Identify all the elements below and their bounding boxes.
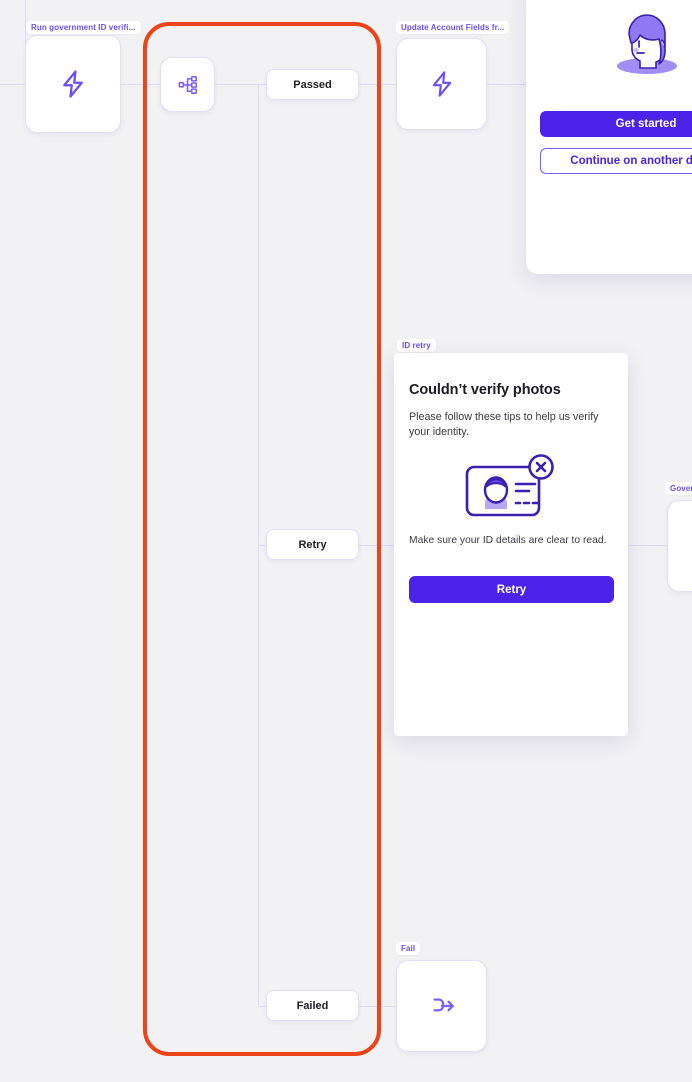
branch-label: Retry bbox=[298, 538, 327, 551]
lightning-bolt-icon bbox=[428, 69, 456, 99]
node-update-account[interactable] bbox=[396, 38, 487, 130]
person-avatar-illustration bbox=[610, 10, 684, 81]
branch-pill-retry[interactable]: Retry bbox=[266, 529, 359, 560]
node-label-government: Governm bbox=[665, 482, 692, 495]
id-retry-preview-card[interactable]: Couldn’t verify photos Please follow the… bbox=[394, 353, 628, 736]
workflow-canvas[interactable]: Run government ID verifi... Passed Retry… bbox=[0, 0, 692, 1082]
node-label-fail: Fail bbox=[396, 942, 421, 955]
branch-pill-passed[interactable]: Passed bbox=[266, 69, 359, 100]
continue-on-another-device-button[interactable]: Continue on another device bbox=[540, 148, 692, 174]
lightning-bolt-icon bbox=[58, 68, 88, 100]
get-started-preview-card[interactable]: Get started Continue on another device bbox=[526, 0, 692, 274]
retry-button[interactable]: Retry bbox=[409, 576, 614, 603]
connector-line bbox=[357, 1006, 397, 1007]
branch-label: Passed bbox=[293, 78, 332, 91]
id-card-error-icon bbox=[461, 453, 561, 528]
connector-line bbox=[487, 84, 527, 85]
connector-line bbox=[120, 84, 165, 85]
connector-line bbox=[376, 84, 377, 86]
node-label-update-account: Update Account Fields fr... bbox=[396, 21, 510, 34]
branch-pill-failed[interactable]: Failed bbox=[266, 990, 359, 1021]
node-fail[interactable] bbox=[396, 960, 487, 1052]
connector-line bbox=[0, 84, 26, 85]
node-run-gov-id[interactable] bbox=[25, 35, 121, 133]
retry-modal-caption: Make sure your ID details are clear to r… bbox=[409, 535, 607, 546]
connector-line bbox=[628, 545, 668, 546]
node-label-run-gov-id: Run government ID verifi... bbox=[26, 21, 141, 34]
get-started-button[interactable]: Get started bbox=[540, 111, 692, 137]
merge-arrow-icon bbox=[428, 993, 456, 1019]
node-branch[interactable] bbox=[160, 57, 215, 112]
connector-line bbox=[357, 545, 397, 546]
retry-modal-body: Please follow these tips to help us veri… bbox=[409, 411, 599, 438]
node-label-id-retry: ID retry bbox=[397, 339, 436, 352]
branch-hierarchy-icon bbox=[177, 74, 199, 96]
branch-label: Failed bbox=[296, 999, 329, 1012]
node-government[interactable] bbox=[667, 500, 692, 592]
retry-modal-title: Couldn’t verify photos bbox=[409, 382, 561, 398]
